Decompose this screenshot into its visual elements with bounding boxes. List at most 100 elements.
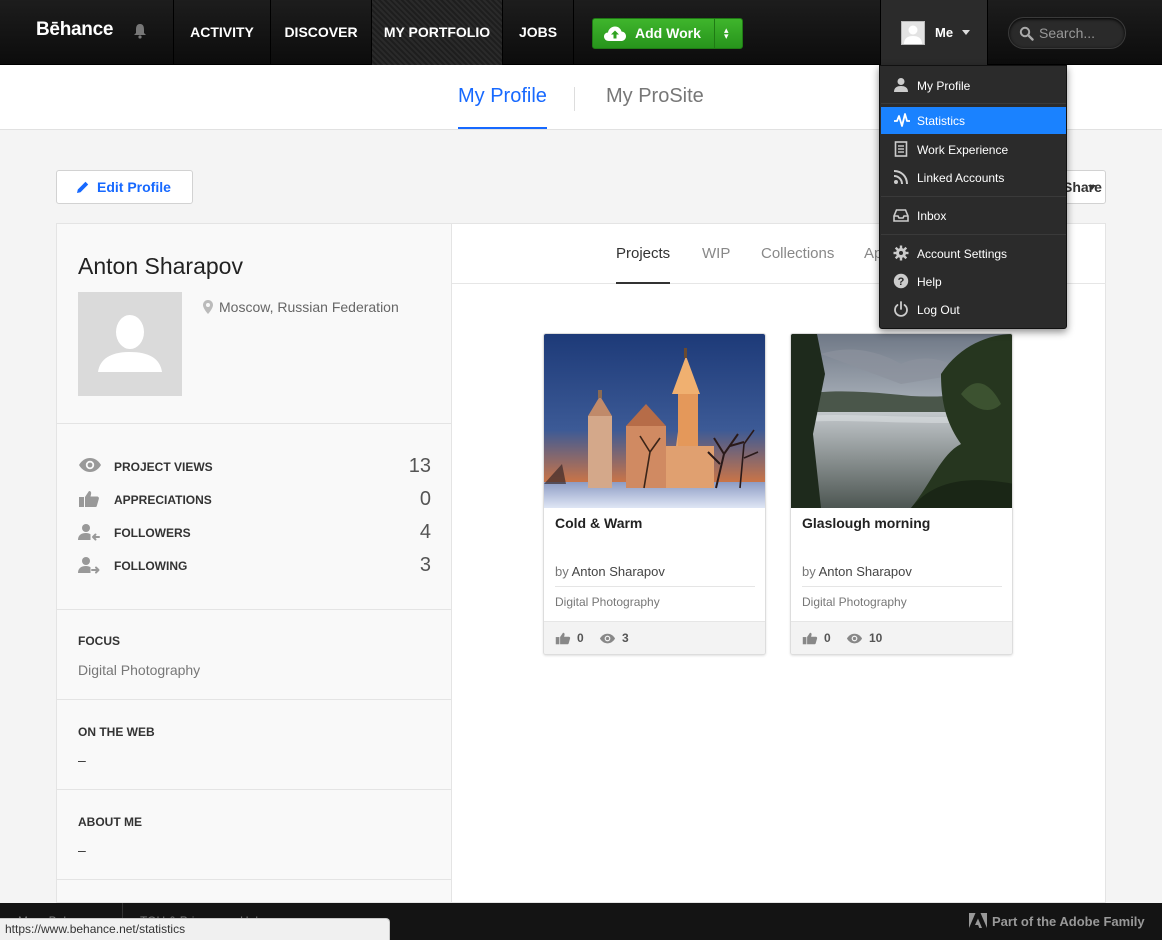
project-card[interactable]: Cold & Warm by Anton Sharapov Digital Ph… xyxy=(543,333,766,655)
edit-profile-label: Edit Profile xyxy=(97,179,171,195)
menu-item-inbox[interactable]: Inbox xyxy=(881,202,1066,229)
location-pin-icon xyxy=(203,300,213,314)
menu-item-label: My Profile xyxy=(917,79,971,93)
chevron-down-icon xyxy=(962,30,970,35)
lake-photo xyxy=(791,334,1012,508)
eye-icon xyxy=(846,633,863,644)
followers-icon xyxy=(78,524,100,541)
svg-text:?: ? xyxy=(898,276,905,288)
stat-value: 4 xyxy=(419,521,431,543)
stat-following: FOLLOWING 3 xyxy=(78,554,431,578)
tab-wip[interactable]: WIP xyxy=(702,245,730,262)
nav-activity[interactable]: ACTIVITY xyxy=(174,0,270,65)
rss-icon xyxy=(893,170,908,185)
menu-divider xyxy=(881,103,1066,104)
menu-item-label: Log Out xyxy=(917,303,960,317)
stat-value: 0 xyxy=(419,488,431,510)
stat-project-views: PROJECT VIEWS 13 xyxy=(78,455,431,479)
stat-label: FOLLOWERS xyxy=(114,526,191,540)
power-icon xyxy=(894,301,908,317)
project-stats: 0 10 xyxy=(791,621,1012,654)
nav-jobs[interactable]: JOBS xyxy=(503,0,573,65)
section-divider xyxy=(57,423,451,424)
menu-item-label: Statistics xyxy=(917,114,966,128)
tab-divider xyxy=(574,87,575,111)
adobe-family-text[interactable]: Part of the Adobe Family xyxy=(992,914,1145,929)
document-icon xyxy=(894,141,908,157)
section-divider xyxy=(57,609,451,610)
project-field[interactable]: Digital Photography xyxy=(802,595,907,609)
menu-item-log-out[interactable]: Log Out xyxy=(881,296,1066,323)
button-split xyxy=(714,19,715,48)
active-tab-underline xyxy=(458,127,547,129)
author-link[interactable]: Anton Sharapov xyxy=(819,564,912,579)
menu-item-statistics[interactable]: Statistics xyxy=(881,107,1066,134)
on-the-web-title: ON THE WEB xyxy=(78,725,155,739)
chevron-down-icon xyxy=(1088,185,1096,190)
edit-profile-button[interactable]: Edit Profile xyxy=(56,170,193,204)
eye-icon xyxy=(79,458,101,472)
top-navigation: Bēhance ACTIVITY DISCOVER MY PORTFOLIO J… xyxy=(0,0,1162,65)
tab-my-profile[interactable]: My Profile xyxy=(458,85,547,108)
nav-discover[interactable]: DISCOVER xyxy=(271,0,371,65)
following-icon xyxy=(78,557,100,574)
menu-item-my-profile[interactable]: My Profile xyxy=(881,72,1066,99)
cloud-upload-icon xyxy=(604,26,626,41)
avatar xyxy=(901,21,925,45)
project-title[interactable]: Glaslough morning xyxy=(802,515,930,531)
location-text: Moscow, Russian Federation xyxy=(219,299,399,315)
menu-item-work-experience[interactable]: Work Experience xyxy=(881,136,1066,163)
church-photo xyxy=(544,334,765,508)
help-icon: ? xyxy=(893,273,909,289)
menu-item-account-settings[interactable]: Account Settings xyxy=(881,240,1066,267)
project-card[interactable]: Glaslough morning by Anton Sharapov Digi… xyxy=(790,333,1013,655)
project-stats: 0 3 xyxy=(544,621,765,654)
section-divider xyxy=(57,699,451,700)
notification-bell-icon[interactable] xyxy=(133,23,147,39)
stat-label: PROJECT VIEWS xyxy=(114,460,213,474)
behance-logo[interactable]: Bēhance xyxy=(36,19,113,41)
me-dropdown-menu: My Profile Statistics Work Experience Li… xyxy=(879,65,1067,329)
menu-divider xyxy=(881,196,1066,197)
menu-item-linked-accounts[interactable]: Linked Accounts xyxy=(881,164,1066,191)
stat-label: FOLLOWING xyxy=(114,559,188,573)
user-icon xyxy=(894,78,908,92)
card-divider xyxy=(555,586,755,587)
nav-my-portfolio[interactable]: MY PORTFOLIO xyxy=(372,0,502,65)
card-divider xyxy=(802,586,1002,587)
profile-avatar[interactable] xyxy=(78,292,182,396)
appreciation-count: 0 xyxy=(577,631,584,645)
project-field[interactable]: Digital Photography xyxy=(555,595,660,609)
menu-item-label: Account Settings xyxy=(917,247,1008,261)
profile-sidebar: Anton Sharapov Moscow, Russian Federatio… xyxy=(56,223,452,903)
project-thumbnail[interactable] xyxy=(791,334,1012,508)
menu-item-help[interactable]: ? Help xyxy=(881,268,1066,295)
me-label: Me xyxy=(935,25,954,40)
stat-label: APPRECIATIONS xyxy=(114,493,212,507)
user-silhouette-icon xyxy=(98,315,162,372)
thumbs-up-icon xyxy=(802,632,818,645)
focus-value: Digital Photography xyxy=(78,662,201,678)
project-title[interactable]: Cold & Warm xyxy=(555,515,642,531)
search-input[interactable] xyxy=(1039,25,1119,41)
pulse-icon xyxy=(894,113,910,127)
on-the-web-value: – xyxy=(78,752,86,768)
browser-status-bar: https://www.behance.net/statistics xyxy=(0,918,390,940)
updown-caret-icon[interactable]: ▴ ▾ xyxy=(724,26,729,41)
section-divider xyxy=(57,879,451,880)
active-tab-underline xyxy=(616,282,670,284)
me-menu-button[interactable]: Me xyxy=(880,0,988,65)
stat-appreciations: APPRECIATIONS 0 xyxy=(78,488,431,512)
thumbs-up-icon xyxy=(79,491,99,507)
view-count: 3 xyxy=(622,631,629,645)
focus-title: FOCUS xyxy=(78,634,120,648)
author-link[interactable]: Anton Sharapov xyxy=(572,564,665,579)
share-label: Share xyxy=(1063,179,1102,195)
tab-collections[interactable]: Collections xyxy=(761,245,834,262)
profile-name: Anton Sharapov xyxy=(78,253,243,279)
tab-my-prosite[interactable]: My ProSite xyxy=(606,85,704,108)
add-work-button[interactable]: Add Work ▴ ▾ xyxy=(592,18,743,49)
search-box[interactable] xyxy=(1008,17,1126,49)
tab-projects[interactable]: Projects xyxy=(616,245,670,262)
project-thumbnail[interactable] xyxy=(544,334,765,508)
